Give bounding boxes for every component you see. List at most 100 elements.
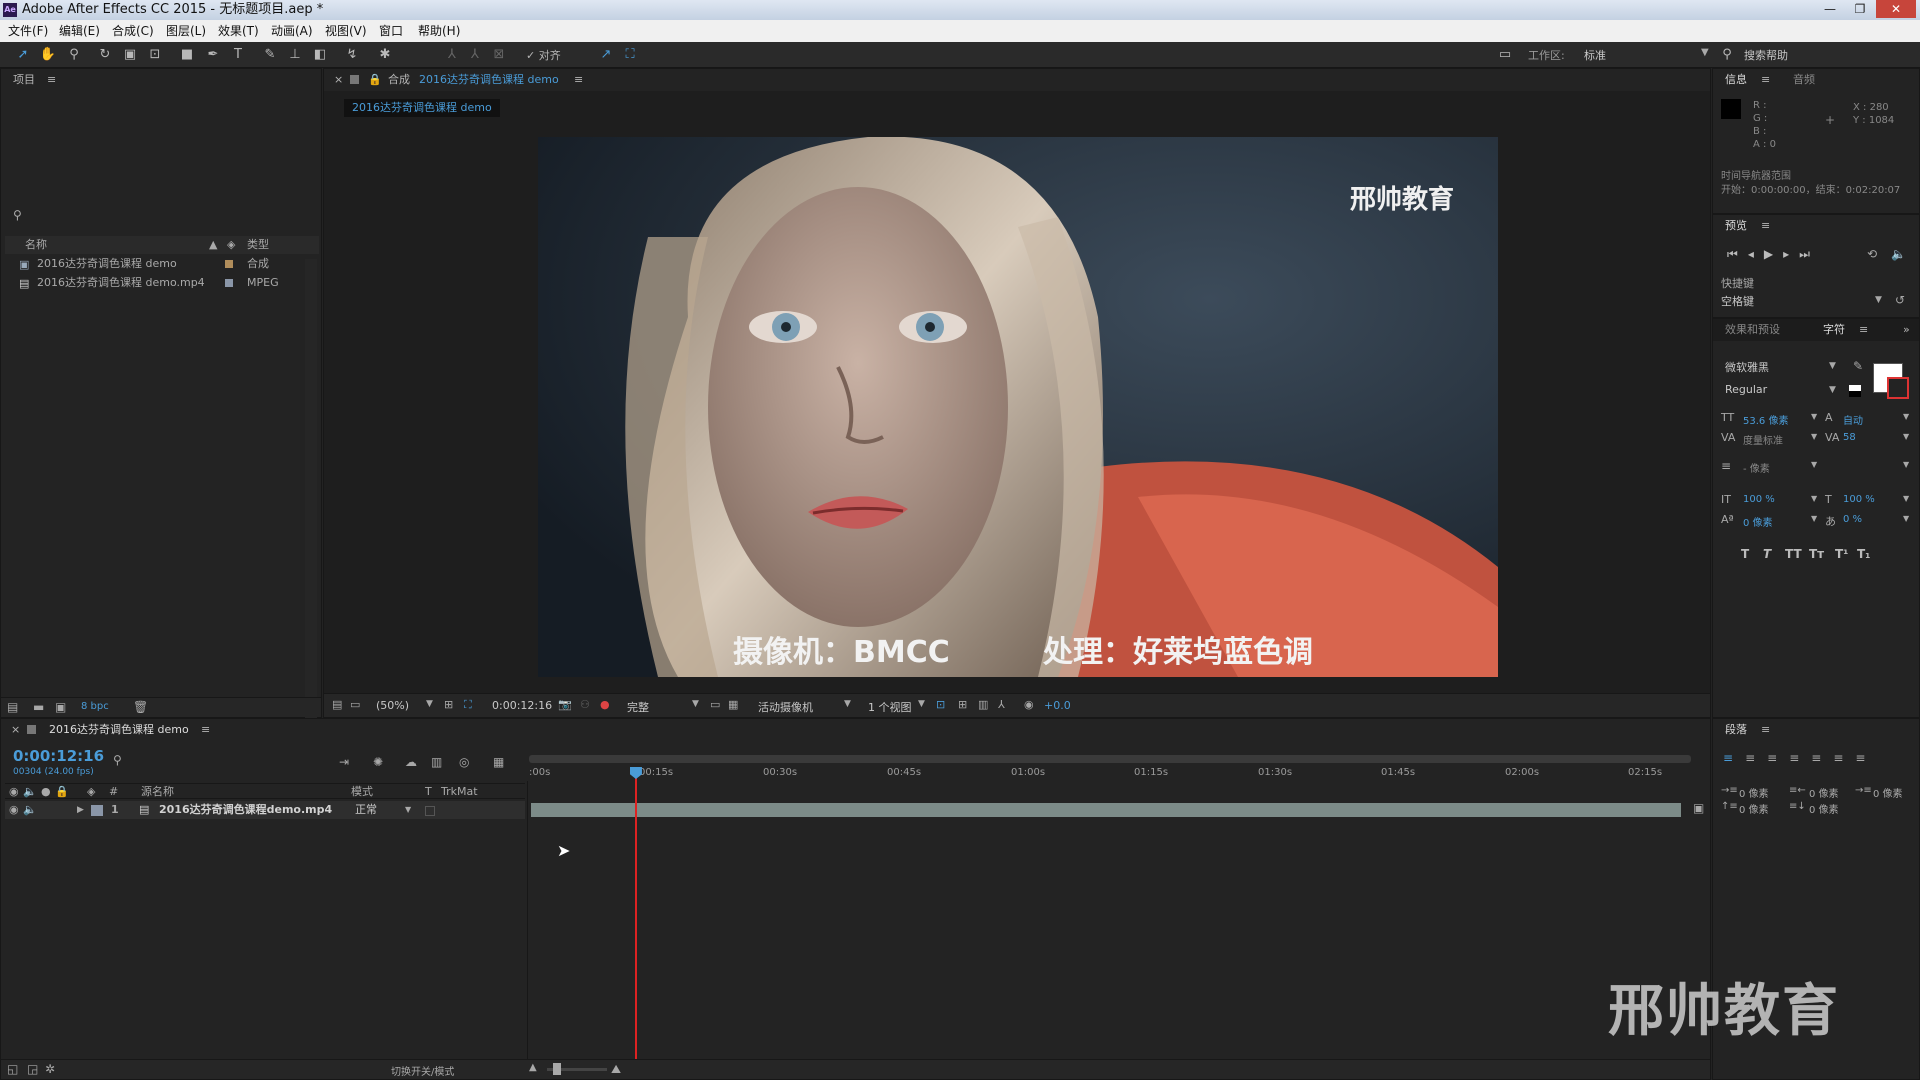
layer-name[interactable]: 2016达芬奇调色课程demo.mp4 <box>159 801 332 819</box>
work-area-bar[interactable] <box>529 755 1691 763</box>
world-axis-icon[interactable]: ⅄ <box>466 46 484 64</box>
audio-switch-icon[interactable]: 🔈 <box>23 784 37 800</box>
project-tab-label[interactable]: 项目 <box>13 69 35 91</box>
motion-blur-icon[interactable]: ◎ <box>459 755 469 769</box>
leading-dropdown-icon[interactable]: ▼ <box>1903 412 1909 421</box>
new-folder-icon[interactable]: ▬ <box>33 700 44 714</box>
justify-all-icon[interactable]: ≡ <box>1855 751 1877 765</box>
pan-behind-tool-icon[interactable]: ⊡ <box>146 46 164 64</box>
indent-right-value[interactable]: 0 像素 <box>1809 785 1839 800</box>
draft-3d-icon[interactable]: ✺ <box>373 755 383 769</box>
search-help-icon[interactable]: ⚲ <box>1718 46 1736 64</box>
workspace-select[interactable]: 标准 <box>1584 47 1606 63</box>
menu-view[interactable]: 视图(V) <box>325 20 367 42</box>
new-composition-icon[interactable]: ▣ <box>55 700 66 714</box>
menu-composition[interactable]: 合成(C) <box>112 20 154 42</box>
zoom-slider-thumb[interactable] <box>553 1063 561 1075</box>
puppet-pin-tool-icon[interactable]: ✱ <box>376 46 394 64</box>
lock-icon[interactable]: 🔒 <box>368 69 382 91</box>
justify-last-left-icon[interactable]: ≡ <box>1789 751 1811 765</box>
info-tab[interactable]: 信息 <box>1725 69 1747 91</box>
time-ruler[interactable]: :00s 00:15s 00:30s 00:45s 01:00s 01:15s … <box>529 767 1691 781</box>
menu-edit[interactable]: 编辑(E) <box>59 20 100 42</box>
label-tag-icon[interactable]: ◈ <box>227 236 235 254</box>
preserve-transparency-checkbox[interactable] <box>425 806 435 816</box>
previous-frame-icon[interactable]: ◂ <box>1748 247 1764 261</box>
font-size-dropdown-icon[interactable]: ▼ <box>1811 412 1817 421</box>
indent-first-value[interactable]: 0 像素 <box>1873 785 1903 800</box>
color-channels-icon[interactable]: ● <box>600 698 610 711</box>
snap-edge-icon[interactable]: ↗ <box>597 46 615 64</box>
align-center-icon[interactable]: ≡ <box>1745 751 1767 765</box>
label-color-swatch[interactable] <box>225 279 233 287</box>
project-scrollbar[interactable] <box>305 259 317 759</box>
show-snapshot-icon[interactable]: ⚇ <box>580 698 590 711</box>
region-of-interest-icon[interactable]: ▭ <box>710 698 720 711</box>
timeline-search-icon[interactable]: ⚲ <box>113 753 122 767</box>
stroke-type-dropdown-icon[interactable]: ▼ <box>1903 460 1909 469</box>
menu-help[interactable]: 帮助(H) <box>418 20 460 42</box>
stroke-color-swatch[interactable] <box>1887 377 1909 399</box>
play-icon[interactable]: ▶ <box>1764 247 1783 261</box>
resolution-select[interactable]: 完整 <box>627 699 649 715</box>
close-window-button[interactable]: ✕ <box>1876 0 1916 18</box>
layer-mode-select[interactable]: 正常 <box>355 801 377 819</box>
clone-stamp-tool-icon[interactable]: ⊥ <box>286 46 304 64</box>
default-colors-icon[interactable] <box>1849 385 1861 397</box>
space-before-value[interactable]: 0 像素 <box>1739 801 1769 816</box>
panel-menu-icon[interactable]: ≡ <box>1761 719 1770 741</box>
leading-value[interactable]: 自动 <box>1843 412 1863 427</box>
menu-file[interactable]: 文件(F) <box>8 20 48 42</box>
fit-icon[interactable]: ⊞ <box>444 698 453 711</box>
flowchart-icon[interactable]: ⅄ <box>998 698 1005 711</box>
baseline-dropdown-icon[interactable]: ▼ <box>1811 514 1817 523</box>
zoom-dropdown-icon[interactable]: ▼ <box>426 699 433 709</box>
views-select[interactable]: 1 个视图 <box>868 699 912 715</box>
audio-enabled-icon[interactable]: 🔈 <box>23 801 37 819</box>
pen-tool-icon[interactable]: ✒ <box>204 46 222 64</box>
timeline-icon[interactable]: ▥ <box>978 698 988 711</box>
shortcut-select[interactable]: 空格键 <box>1721 293 1885 311</box>
font-dropdown-icon[interactable]: ▼ <box>1829 361 1836 371</box>
panel-menu-icon[interactable]: ≡ <box>201 719 210 741</box>
font-family-select[interactable]: 微软雅黑 <box>1725 359 1769 375</box>
rectangle-tool-icon[interactable]: ■ <box>178 46 196 64</box>
col-trkmat-label[interactable]: TrkMat <box>441 784 478 800</box>
toggle-pixel-aspect-icon[interactable]: ⊡ <box>936 698 945 711</box>
zoom-tool-icon[interactable]: ⚲ <box>65 46 83 64</box>
faux-italic-button[interactable]: T <box>1763 547 1771 561</box>
horizontal-scale-value[interactable]: 100 % <box>1843 494 1875 505</box>
hscale-dropdown-icon[interactable]: ▼ <box>1903 494 1909 503</box>
type-tool-icon[interactable]: T <box>229 46 247 64</box>
reset-icon[interactable]: ↺ <box>1895 293 1905 307</box>
col-source-label[interactable]: 源名称 <box>141 784 174 800</box>
shortcut-dropdown-icon[interactable]: ▼ <box>1875 295 1882 305</box>
menu-layer[interactable]: 图层(L) <box>166 20 206 42</box>
timeline-timecode[interactable]: 0:00:12:16 <box>13 747 104 765</box>
label-color-swatch[interactable] <box>225 260 233 268</box>
small-caps-button[interactable]: Tт <box>1809 547 1824 561</box>
kerning-value[interactable]: 度量标准 <box>1743 432 1783 447</box>
superscript-button[interactable]: T¹ <box>1835 547 1848 561</box>
exposure-reset-icon[interactable]: ◉ <box>1024 698 1034 711</box>
menu-animation[interactable]: 动画(A) <box>271 20 313 42</box>
interpret-footage-icon[interactable]: ▤ <box>7 700 18 714</box>
kerning-dropdown-icon[interactable]: ▼ <box>1811 432 1817 441</box>
all-caps-button[interactable]: TT <box>1785 547 1802 561</box>
camera-tool-icon[interactable]: ▣ <box>121 46 139 64</box>
close-tab-icon[interactable]: × <box>334 69 343 91</box>
paragraph-tab[interactable]: 段落 <box>1725 719 1747 741</box>
font-size-value[interactable]: 53.6 像素 <box>1743 412 1788 427</box>
indent-left-value[interactable]: 0 像素 <box>1739 785 1769 800</box>
loop-icon[interactable]: ⟲ <box>1867 247 1877 261</box>
font-style-select[interactable]: Regular <box>1725 383 1767 396</box>
video-switch-icon[interactable]: ◉ <box>9 784 19 800</box>
first-frame-icon[interactable]: ⏮ <box>1727 247 1748 261</box>
panel-menu-icon[interactable]: ≡ <box>1761 69 1770 91</box>
zoom-in-icon[interactable]: ⛰ <box>611 1062 621 1077</box>
panel-menu-icon[interactable]: ≡ <box>1859 319 1868 341</box>
expand-layer-icon[interactable]: ▶ <box>77 801 84 819</box>
view-axis-icon[interactable]: ⊠ <box>490 46 508 64</box>
workspace-dropdown-icon[interactable]: ▼ <box>1701 47 1709 58</box>
comp-button-icon[interactable]: ▣ <box>1693 801 1704 815</box>
